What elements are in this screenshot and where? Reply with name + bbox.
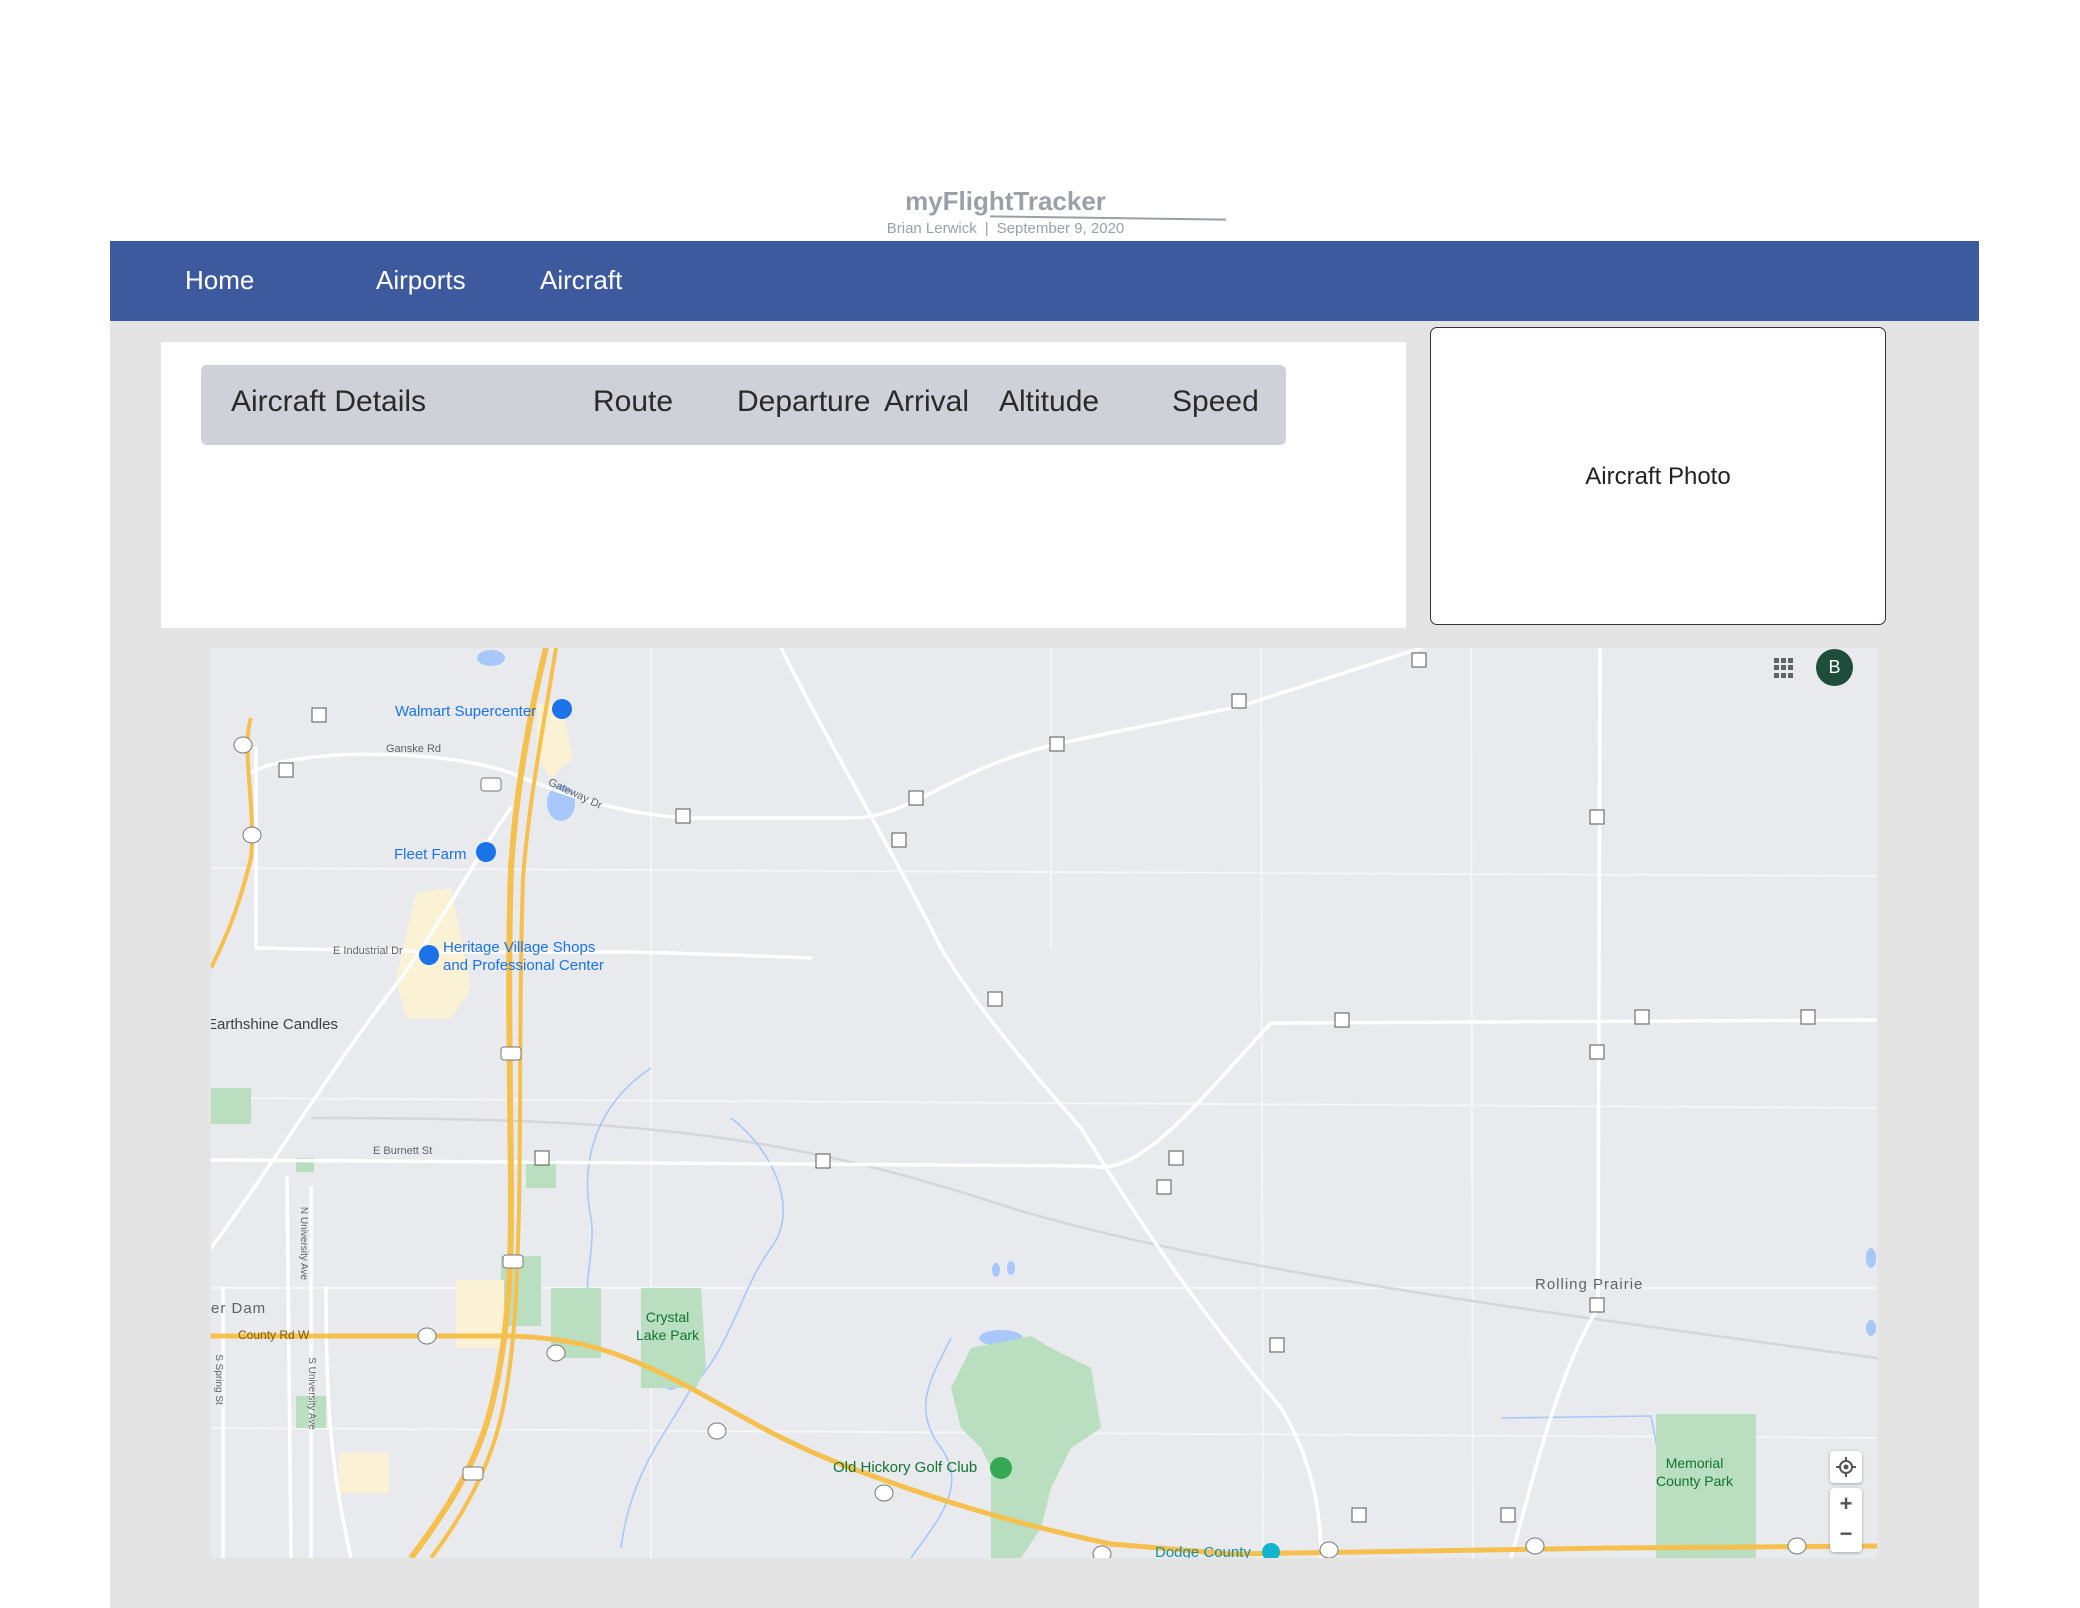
apps-grid-icon[interactable] xyxy=(1774,658,1794,678)
nav-bar: Home Airports Aircraft xyxy=(110,241,1979,321)
aircraft-details-panel: Aircraft Details Route Departure Arrival… xyxy=(161,342,1406,628)
nav-item-home[interactable]: Home xyxy=(185,265,254,296)
road-label-s-university: S University Ave xyxy=(305,1357,317,1430)
aircraft-photo-box: Aircraft Photo xyxy=(1430,327,1886,625)
nav-item-aircraft[interactable]: Aircraft xyxy=(540,265,622,296)
aircraft-photo-label: Aircraft Photo xyxy=(1585,463,1731,490)
map-view[interactable]: Walmart Supercenter Fleet Farm Heritage … xyxy=(211,648,1877,1558)
map-label-golf[interactable]: Old Hickory Golf Club xyxy=(833,1459,977,1476)
map-label-memorial-line1: Memorial xyxy=(1665,1455,1724,1471)
map-label-heritage-line1: Heritage Village Shops xyxy=(443,939,596,956)
map-label-heritage[interactable]: Heritage Village Shops and Professional … xyxy=(443,939,604,975)
nav-item-airports[interactable]: Airports xyxy=(376,265,466,296)
map-canvas[interactable] xyxy=(211,648,1877,1558)
road-label-burnett: E Burnett St xyxy=(373,1145,433,1157)
map-label-memorial-line2: County Park xyxy=(1656,1473,1734,1489)
publish-date: September 9, 2020 xyxy=(996,220,1125,237)
map-label-walmart[interactable]: Walmart Supercenter xyxy=(395,703,536,720)
zoom-out-button[interactable]: − xyxy=(1830,1520,1862,1552)
content-area: Aircraft Details Route Departure Arrival… xyxy=(110,321,1979,1608)
map-label-crystal-line1: Crystal xyxy=(645,1309,690,1325)
col-altitude: Altitude xyxy=(999,385,1100,418)
map-label-dam: er Dam xyxy=(211,1300,267,1317)
road-label-s-spring: S Spring St xyxy=(212,1354,224,1405)
map-label-dodge-county[interactable]: Dodge County xyxy=(1155,1544,1251,1558)
col-departure: Departure xyxy=(737,385,871,418)
byline: Brian Lerwick | September 9, 2020 xyxy=(0,220,2011,237)
road-label-n-university: N University Ave xyxy=(298,1206,310,1281)
col-route: Route xyxy=(593,385,674,418)
app-title: myFlightTracker xyxy=(905,186,1106,216)
map-label-earthshine[interactable]: Earthshine Candles xyxy=(211,1016,338,1033)
details-table-header: Aircraft Details Route Departure Arrival… xyxy=(201,365,1286,445)
zoom-controls: + − xyxy=(1830,1488,1862,1552)
map-label-fleet-farm[interactable]: Fleet Farm xyxy=(394,846,467,863)
account-avatar[interactable]: B xyxy=(1816,649,1853,686)
road-label-industrial: E Industrial Dr xyxy=(333,945,403,957)
my-location-button[interactable] xyxy=(1830,1451,1862,1483)
road-label-county-w: County Rd W xyxy=(238,1328,310,1342)
map-label-memorial-park[interactable]: Memorial County Park xyxy=(1656,1454,1733,1490)
zoom-in-button[interactable]: + xyxy=(1830,1488,1862,1520)
col-speed: Speed xyxy=(1172,385,1259,418)
map-label-heritage-line2: and Professional Center xyxy=(443,957,604,974)
map-label-rolling-prairie: Rolling Prairie xyxy=(1535,1276,1644,1293)
col-aircraft-details: Aircraft Details xyxy=(231,385,427,418)
map-label-crystal-lake[interactable]: Crystal Lake Park xyxy=(636,1308,699,1344)
map-label-crystal-line2: Lake Park xyxy=(636,1327,700,1343)
col-arrival: Arrival xyxy=(884,385,970,418)
crosshair-icon xyxy=(1836,1457,1856,1477)
author-name: Brian Lerwick xyxy=(886,220,977,237)
road-label-ganske: Ganske Rd xyxy=(386,743,442,755)
byline-separator: | xyxy=(984,220,989,237)
